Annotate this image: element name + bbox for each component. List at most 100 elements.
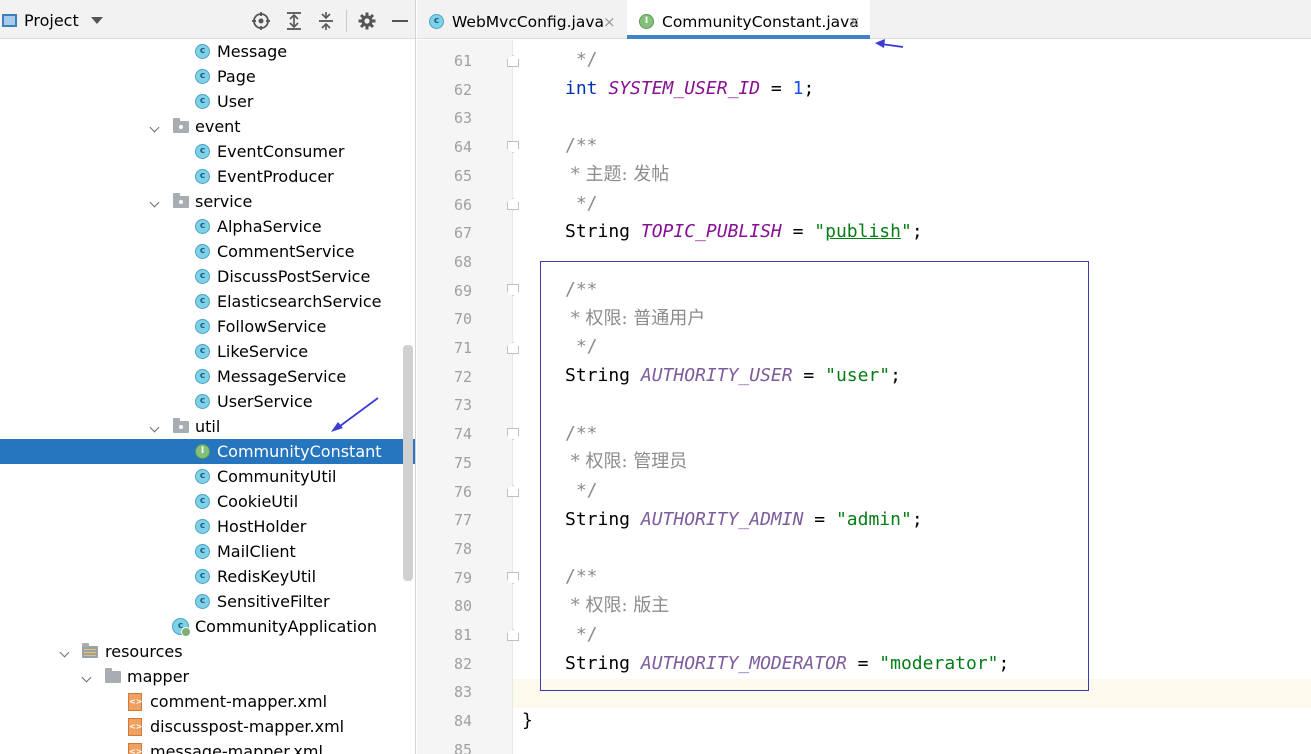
chevron-down-icon[interactable] bbox=[149, 422, 160, 433]
tree-item-page[interactable]: c Page bbox=[0, 64, 415, 89]
line-number[interactable]: 78 bbox=[417, 535, 472, 564]
chevron-down-icon[interactable] bbox=[59, 647, 70, 658]
close-icon[interactable]: × bbox=[848, 0, 861, 44]
line-number[interactable]: 69 bbox=[417, 277, 472, 306]
code-line-67[interactable]: String TOPIC_PUBLISH = "publish"; bbox=[565, 218, 923, 247]
gear-icon[interactable] bbox=[357, 11, 377, 31]
code-line-65[interactable]: * 主题: 发帖 bbox=[565, 161, 670, 190]
minimize-icon[interactable] bbox=[390, 11, 410, 31]
tree-item-community-util[interactable]: c CommunityUtil bbox=[0, 464, 415, 489]
class-icon: c bbox=[195, 519, 210, 534]
annotation-arrow-icon bbox=[331, 397, 379, 432]
line-number[interactable]: 74 bbox=[417, 420, 472, 449]
code-line-61[interactable]: */ bbox=[565, 46, 598, 75]
chevron-down-icon[interactable] bbox=[149, 122, 160, 133]
class-icon: c bbox=[195, 44, 210, 59]
project-tree-scrollbar[interactable] bbox=[403, 345, 413, 581]
project-panel: Project c Message c Page c User event c … bbox=[0, 0, 416, 754]
line-number[interactable]: 72 bbox=[417, 363, 472, 392]
line-number[interactable]: 70 bbox=[417, 305, 472, 334]
spring-app-class-icon: c bbox=[172, 618, 191, 637]
chevron-down-icon[interactable] bbox=[149, 197, 160, 208]
code-line-66[interactable]: */ bbox=[565, 190, 598, 219]
code-token-constant: SYSTEM_USER_ID bbox=[608, 78, 761, 99]
class-icon: c bbox=[195, 144, 210, 159]
chevron-down-icon[interactable] bbox=[91, 17, 103, 24]
class-icon: c bbox=[195, 594, 210, 609]
tree-folder-mapper[interactable]: mapper bbox=[0, 664, 415, 689]
tree-item-sensitive-filter[interactable]: c SensitiveFilter bbox=[0, 589, 415, 614]
code-line-84[interactable]: } bbox=[522, 707, 533, 736]
line-number[interactable]: 68 bbox=[417, 248, 472, 277]
line-number[interactable]: 82 bbox=[417, 650, 472, 679]
toolbar-separator bbox=[346, 10, 347, 32]
tree-item-user[interactable]: c User bbox=[0, 89, 415, 114]
close-icon[interactable]: × bbox=[603, 0, 616, 44]
line-number[interactable]: 61 bbox=[417, 47, 472, 76]
xml-file-icon: <> bbox=[128, 693, 142, 711]
project-panel-title[interactable]: Project bbox=[24, 11, 79, 30]
line-number[interactable]: 83 bbox=[417, 678, 472, 707]
line-number[interactable]: 85 bbox=[417, 736, 472, 754]
package-folder-icon bbox=[173, 193, 189, 208]
expand-all-icon[interactable] bbox=[284, 11, 304, 31]
tree-item-discuss-post-service[interactable]: c DiscussPostService bbox=[0, 264, 415, 289]
line-number[interactable]: 64 bbox=[417, 133, 472, 162]
line-number[interactable]: 76 bbox=[417, 478, 472, 507]
tree-item-elasticsearch-service[interactable]: c ElasticsearchService bbox=[0, 289, 415, 314]
line-number[interactable]: 81 bbox=[417, 621, 472, 650]
line-number[interactable]: 63 bbox=[417, 104, 472, 133]
tree-item-event-consumer[interactable]: c EventConsumer bbox=[0, 139, 415, 164]
tree-item-message[interactable]: c Message bbox=[0, 39, 415, 64]
tab-webmvcconfig[interactable]: c WebMvcConfig.java × bbox=[417, 0, 627, 39]
code-token-keyword: int bbox=[565, 78, 598, 99]
package-folder-icon bbox=[173, 418, 189, 433]
line-number[interactable]: 62 bbox=[417, 76, 472, 105]
tree-item-host-holder[interactable]: c HostHolder bbox=[0, 514, 415, 539]
class-icon: c bbox=[195, 344, 210, 359]
class-icon: c bbox=[195, 69, 210, 84]
tree-package-event[interactable]: event bbox=[0, 114, 415, 139]
line-number[interactable]: 73 bbox=[417, 391, 472, 420]
code-token-quote: " bbox=[814, 221, 826, 242]
collapse-all-icon[interactable] bbox=[316, 11, 336, 31]
locate-icon[interactable] bbox=[251, 11, 271, 31]
tree-item-mail-client[interactable]: c MailClient bbox=[0, 539, 415, 564]
tree-item-community-constant[interactable]: I CommunityConstant bbox=[0, 439, 415, 464]
tree-folder-resources[interactable]: resources bbox=[0, 639, 415, 664]
line-number[interactable]: 77 bbox=[417, 506, 472, 535]
tree-item-redis-key-util[interactable]: c RedisKeyUtil bbox=[0, 564, 415, 589]
class-icon: c bbox=[195, 469, 210, 484]
line-number[interactable]: 80 bbox=[417, 592, 472, 621]
tree-item-message-service[interactable]: c MessageService bbox=[0, 364, 415, 389]
editor-tab-bar: c WebMvcConfig.java × I CommunityConstan… bbox=[417, 0, 1311, 48]
line-number[interactable]: 75 bbox=[417, 449, 472, 478]
tree-package-service[interactable]: service bbox=[0, 189, 415, 214]
tree-item-discusspost-mapper[interactable]: <> discusspost-mapper.xml bbox=[0, 714, 415, 739]
tree-item-cookie-util[interactable]: c CookieUtil bbox=[0, 489, 415, 514]
tree-item-community-application[interactable]: c CommunityApplication bbox=[0, 614, 415, 639]
tree-item-like-service[interactable]: c LikeService bbox=[0, 339, 415, 364]
class-icon: c bbox=[195, 569, 210, 584]
tree-item-event-producer[interactable]: c EventProducer bbox=[0, 164, 415, 189]
tree-item-comment-service[interactable]: c CommentService bbox=[0, 239, 415, 264]
line-number[interactable]: 84 bbox=[417, 707, 472, 736]
line-number[interactable]: 66 bbox=[417, 191, 472, 220]
class-icon: c bbox=[195, 219, 210, 234]
tree-item-follow-service[interactable]: c FollowService bbox=[0, 314, 415, 339]
code-line-64[interactable]: /** bbox=[565, 132, 598, 161]
code-token-operator: = bbox=[760, 78, 793, 99]
tab-communityconstant[interactable]: I CommunityConstant.java × bbox=[627, 0, 870, 39]
line-number[interactable]: 67 bbox=[417, 219, 472, 248]
tree-item-comment-mapper[interactable]: <> comment-mapper.xml bbox=[0, 689, 415, 714]
tree-item-message-mapper[interactable]: <> message-mapper.xml bbox=[0, 739, 415, 754]
class-icon: c bbox=[195, 369, 210, 384]
line-number[interactable]: 79 bbox=[417, 564, 472, 593]
code-line-62[interactable]: int SYSTEM_USER_ID = 1; bbox=[565, 75, 814, 104]
line-number[interactable]: 71 bbox=[417, 334, 472, 363]
annotation-arrow-icon bbox=[875, 39, 904, 48]
tree-item-alpha-service[interactable]: c AlphaService bbox=[0, 214, 415, 239]
line-number[interactable]: 65 bbox=[417, 162, 472, 191]
code-token-quote: " bbox=[900, 221, 912, 242]
chevron-down-icon[interactable] bbox=[81, 672, 92, 683]
